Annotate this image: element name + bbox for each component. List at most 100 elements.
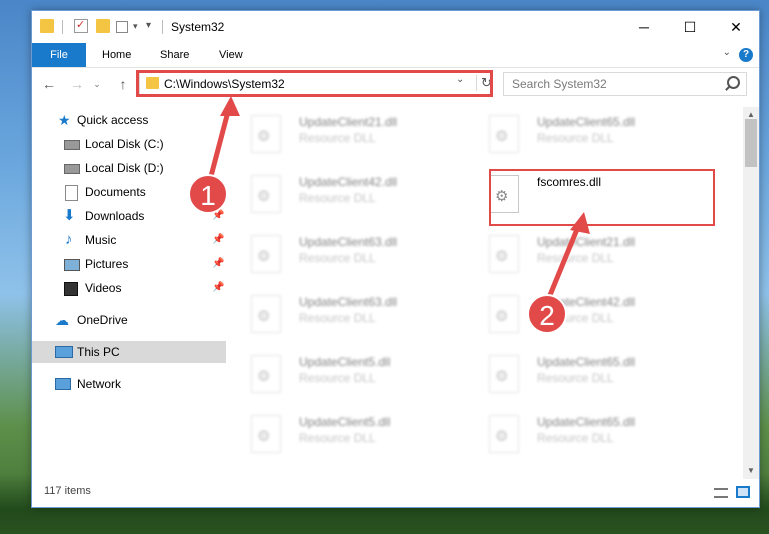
sidebar-item-local-disk-c[interactable]: Local Disk (C:) bbox=[32, 133, 226, 155]
sidebar-item-onedrive[interactable]: ☁ OneDrive bbox=[32, 309, 226, 331]
close-button[interactable]: ✕ bbox=[713, 11, 759, 43]
new-folder-icon[interactable] bbox=[96, 19, 110, 33]
sidebar-item-label: Downloads bbox=[85, 209, 145, 223]
sidebar-item-this-pc[interactable]: This PC bbox=[32, 341, 226, 363]
toolbar-divider bbox=[62, 20, 63, 34]
star-icon: ★ bbox=[58, 112, 71, 128]
folder-icon bbox=[40, 19, 54, 33]
file-name: UpdateClient5.dll bbox=[299, 355, 391, 369]
large-icons-view-icon[interactable] bbox=[736, 486, 750, 498]
sidebar-item-music[interactable]: ♪ Music 📌 bbox=[32, 229, 226, 251]
sidebar-item-label: Network bbox=[77, 377, 122, 391]
details-view-icon[interactable] bbox=[714, 488, 728, 498]
pin-icon[interactable]: 📌 bbox=[212, 229, 224, 251]
tab-file[interactable]: File bbox=[32, 43, 86, 67]
minimize-button[interactable]: ─ bbox=[621, 11, 667, 43]
customize-toolbar-icon[interactable] bbox=[116, 21, 128, 33]
scroll-down-icon[interactable]: ▼ bbox=[743, 463, 759, 479]
download-icon: ⬇ bbox=[63, 207, 76, 224]
sidebar-item-quick-access[interactable]: ★ Quick access bbox=[32, 109, 226, 131]
sidebar-item-videos[interactable]: Videos 📌 bbox=[32, 277, 226, 299]
file-item[interactable]: UpdateClient5.dll Resource DLL bbox=[229, 407, 459, 463]
file-type: Resource DLL bbox=[299, 251, 376, 265]
file-type: Resource DLL bbox=[299, 431, 376, 445]
window-title: System32 bbox=[171, 20, 225, 34]
sidebar-item-pictures[interactable]: Pictures 📌 bbox=[32, 253, 226, 275]
file-item[interactable]: UpdateClient63.dll Resource DLL bbox=[229, 287, 459, 343]
back-button[interactable]: ← bbox=[40, 75, 58, 93]
dll-file-icon bbox=[489, 115, 519, 153]
dll-file-icon bbox=[251, 235, 281, 273]
forward-button[interactable]: → bbox=[68, 75, 86, 93]
sidebar-item-label: Local Disk (C:) bbox=[85, 137, 164, 151]
properties-icon[interactable] bbox=[74, 18, 88, 33]
pin-icon[interactable]: 📌 bbox=[212, 253, 224, 275]
file-type: Resource DLL bbox=[299, 311, 376, 325]
dll-file-icon bbox=[489, 235, 519, 273]
maximize-button[interactable]: ☐ bbox=[667, 11, 713, 43]
file-item[interactable]: UpdateClient65.dll Resource DLL bbox=[467, 407, 697, 463]
sidebar-item-label: Videos bbox=[85, 281, 122, 295]
sidebar-item-network[interactable]: Network bbox=[32, 373, 226, 395]
dll-file-icon bbox=[251, 415, 281, 453]
navigation-pane: ★ Quick access Local Disk (C:) Local Dis… bbox=[32, 107, 226, 479]
file-item[interactable]: UpdateClient42.dll Resource DLL bbox=[229, 167, 459, 223]
file-name: UpdateClient42.dll bbox=[299, 175, 398, 189]
dll-file-icon bbox=[251, 355, 281, 393]
file-item[interactable]: UpdateClient65.dll Resource DLL bbox=[467, 107, 697, 163]
callout-badge-2: 2 bbox=[527, 294, 567, 334]
pin-icon[interactable]: 📌 bbox=[212, 277, 224, 299]
vertical-scrollbar[interactable]: ▲ ▼ bbox=[743, 107, 759, 479]
videos-icon bbox=[64, 282, 78, 296]
status-bar: 117 items bbox=[32, 479, 759, 507]
dll-file-icon bbox=[489, 355, 519, 393]
tab-view[interactable]: View bbox=[219, 43, 243, 67]
sidebar-item-label: Music bbox=[85, 233, 117, 247]
tab-share[interactable]: Share bbox=[160, 43, 189, 67]
search-icon[interactable] bbox=[727, 76, 740, 89]
file-item[interactable]: UpdateClient42.dll Resource DLL bbox=[467, 287, 697, 343]
navigation-bar: ← → ⌄ ↑ C:\Windows\System32 ⌄ ↻ Search S… bbox=[32, 68, 759, 100]
tab-home[interactable]: Home bbox=[102, 43, 131, 67]
drive-icon bbox=[64, 164, 80, 174]
file-type: Resource DLL bbox=[537, 131, 614, 145]
sidebar-item-local-disk-d[interactable]: Local Disk (D:) bbox=[32, 157, 226, 179]
callout-badge-1: 1 bbox=[188, 174, 228, 214]
file-item[interactable]: UpdateClient5.dll Resource DLL bbox=[229, 347, 459, 403]
sidebar-item-label: Local Disk (D:) bbox=[85, 161, 164, 175]
computer-icon bbox=[55, 346, 73, 358]
item-count: 117 items bbox=[44, 485, 91, 497]
search-input[interactable]: Search System32 bbox=[503, 72, 747, 96]
toolbar-divider bbox=[162, 20, 163, 34]
toolbar-dropdown-icon[interactable]: ▾ bbox=[133, 21, 147, 35]
up-button[interactable]: ↑ bbox=[114, 75, 132, 93]
file-type: Resource DLL bbox=[537, 431, 614, 445]
recent-locations-icon[interactable]: ⌄ bbox=[88, 75, 106, 93]
help-icon[interactable]: ? bbox=[739, 48, 753, 62]
dll-file-icon bbox=[489, 415, 519, 453]
file-type: Resource DLL bbox=[299, 371, 376, 385]
dll-file-icon bbox=[251, 115, 281, 153]
chevron-down-icon[interactable]: ▾ bbox=[146, 20, 160, 34]
scroll-thumb[interactable] bbox=[745, 119, 757, 167]
file-name: UpdateClient21.dll bbox=[299, 115, 398, 129]
file-name: UpdateClient63.dll bbox=[299, 295, 398, 309]
sidebar-item-label: OneDrive bbox=[77, 313, 128, 327]
address-highlight-box bbox=[136, 70, 493, 97]
file-name: UpdateClient65.dll bbox=[537, 115, 636, 129]
file-name: UpdateClient63.dll bbox=[299, 235, 398, 249]
sidebar-item-label: Quick access bbox=[77, 113, 149, 127]
expand-ribbon-icon[interactable]: ⌄ bbox=[723, 47, 731, 58]
file-item[interactable]: UpdateClient63.dll Resource DLL bbox=[229, 227, 459, 283]
file-item[interactable]: UpdateClient21.dll Resource DLL bbox=[229, 107, 459, 163]
explorer-window: ▾ ▾ System32 ─ ☐ ✕ File Home Share View … bbox=[31, 10, 760, 508]
sidebar-item-label: This PC bbox=[77, 345, 120, 359]
file-type: Resource DLL bbox=[537, 371, 614, 385]
drive-icon bbox=[64, 140, 80, 150]
file-item[interactable]: UpdateClient65.dll Resource DLL bbox=[467, 347, 697, 403]
sidebar-item-label: Documents bbox=[85, 185, 146, 199]
dll-file-icon bbox=[251, 175, 281, 213]
file-list: UpdateClient21.dll Resource DLL UpdateCl… bbox=[229, 107, 743, 479]
ribbon-tabs: File Home Share View ⌄ ? bbox=[32, 43, 759, 68]
file-item[interactable]: UpdateClient21.dll Resource DLL bbox=[467, 227, 697, 283]
